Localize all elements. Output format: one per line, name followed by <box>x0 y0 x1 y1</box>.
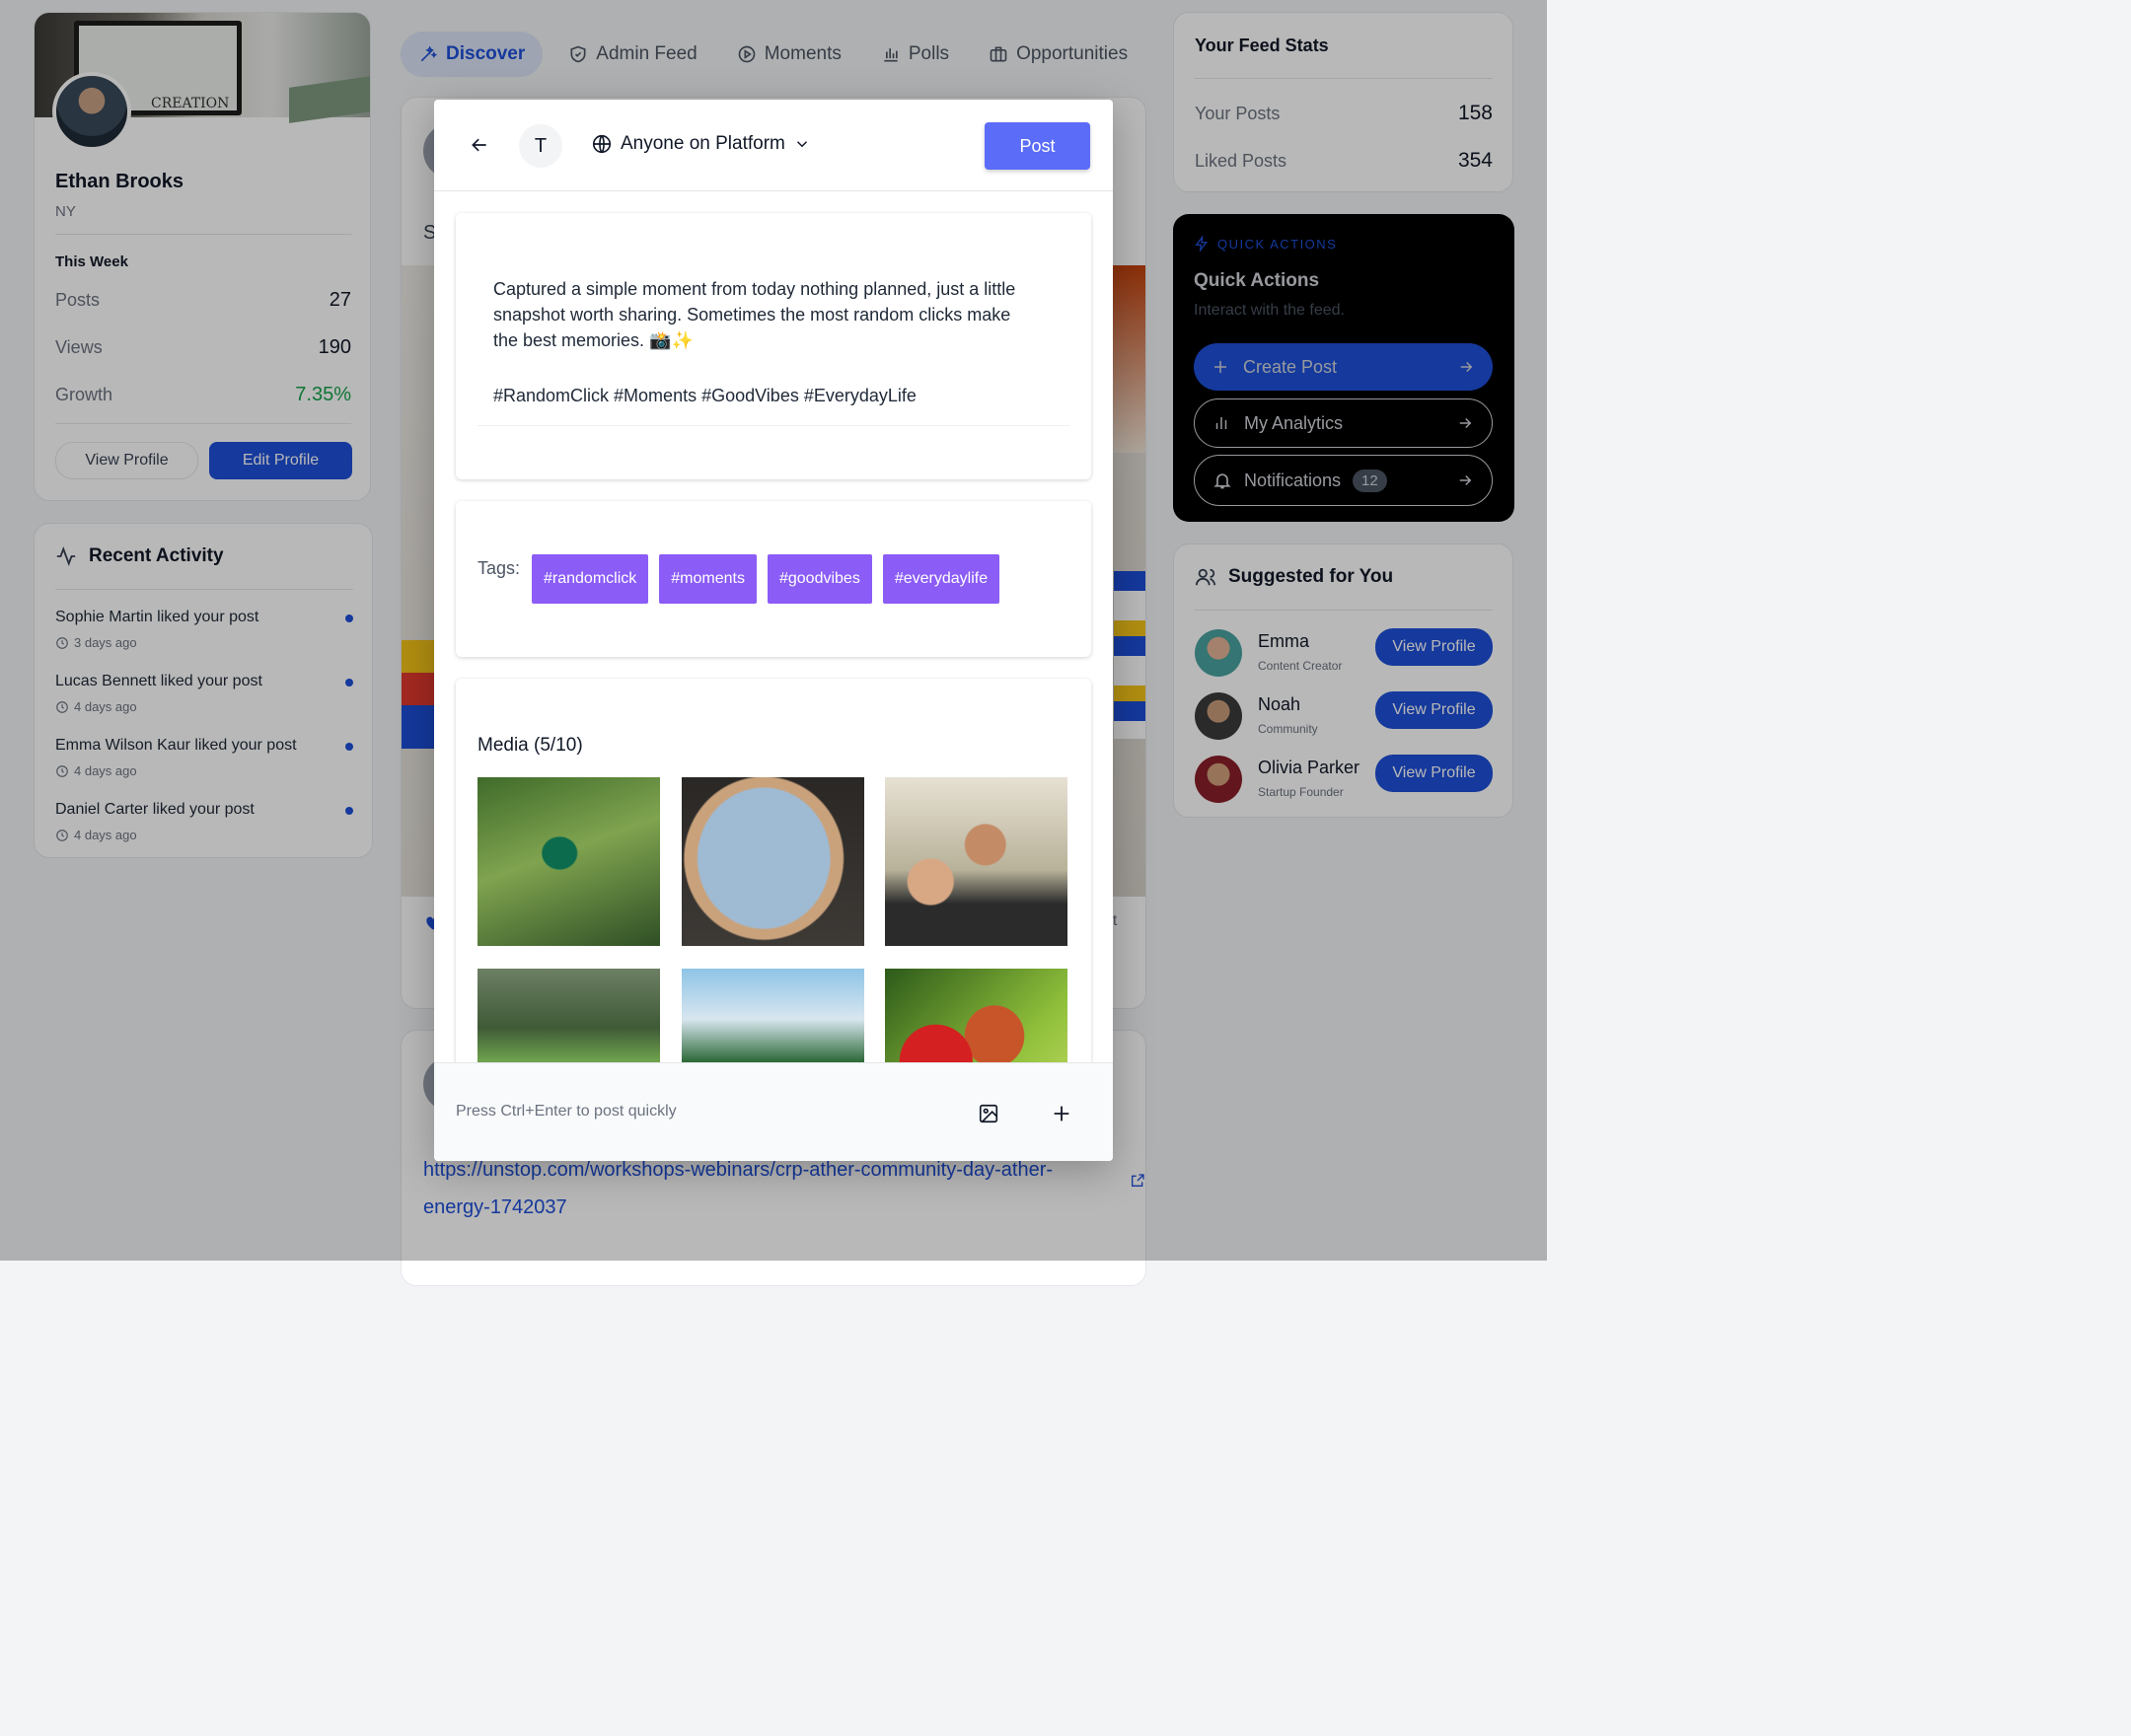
post-text-line: the best memories. 📸✨ <box>493 330 694 350</box>
post-button[interactable]: Post <box>985 122 1090 170</box>
chevron-down-icon <box>793 135 811 153</box>
audience-label: Anyone on Platform <box>621 133 785 154</box>
create-post-modal: T Anyone on Platform Post Captured a sim… <box>434 100 1113 1161</box>
post-text-section: Captured a simple moment from today noth… <box>456 213 1091 479</box>
modal-header: T Anyone on Platform Post <box>434 100 1113 191</box>
audience-selector[interactable]: Anyone on Platform <box>591 133 811 155</box>
post-text-line: Captured a simple moment from today noth… <box>493 279 1016 299</box>
tag-chip[interactable]: #goodvibes <box>767 554 872 604</box>
tags-label: Tags: <box>478 558 521 578</box>
plus-icon[interactable] <box>1051 1103 1072 1124</box>
media-thumb-hummingbird[interactable] <box>478 777 660 946</box>
tags-section: Tags: #randomclick #moments #goodvibes #eve… <box>456 501 1091 657</box>
media-thumb-airplane[interactable] <box>682 777 864 946</box>
modal-footer: Press Ctrl+Enter to post quickly <box>434 1062 1113 1161</box>
media-title: Media (5/10) <box>478 735 583 756</box>
tags-row: #randomclick #moments #goodvibes #everydayl… <box>532 554 1000 604</box>
post-hashtags: #RandomClick #Moments #GoodVibes #Everyd… <box>493 386 917 405</box>
globe-icon <box>591 133 613 155</box>
media-thumb-father-child[interactable] <box>885 777 1067 946</box>
tag-chip[interactable]: #moments <box>659 554 757 604</box>
image-icon[interactable] <box>978 1103 999 1124</box>
post-textarea[interactable]: Captured a simple moment from today noth… <box>478 260 1069 426</box>
tag-chip[interactable]: #everydaylife <box>882 554 1000 604</box>
composer-avatar: T <box>519 124 562 168</box>
back-arrow-icon[interactable] <box>470 135 489 155</box>
tag-chip[interactable]: #randomclick <box>532 554 649 604</box>
post-text-line: snapshot worth sharing. Sometimes the mo… <box>493 305 1011 325</box>
footer-hint: Press Ctrl+Enter to post quickly <box>456 1103 677 1120</box>
